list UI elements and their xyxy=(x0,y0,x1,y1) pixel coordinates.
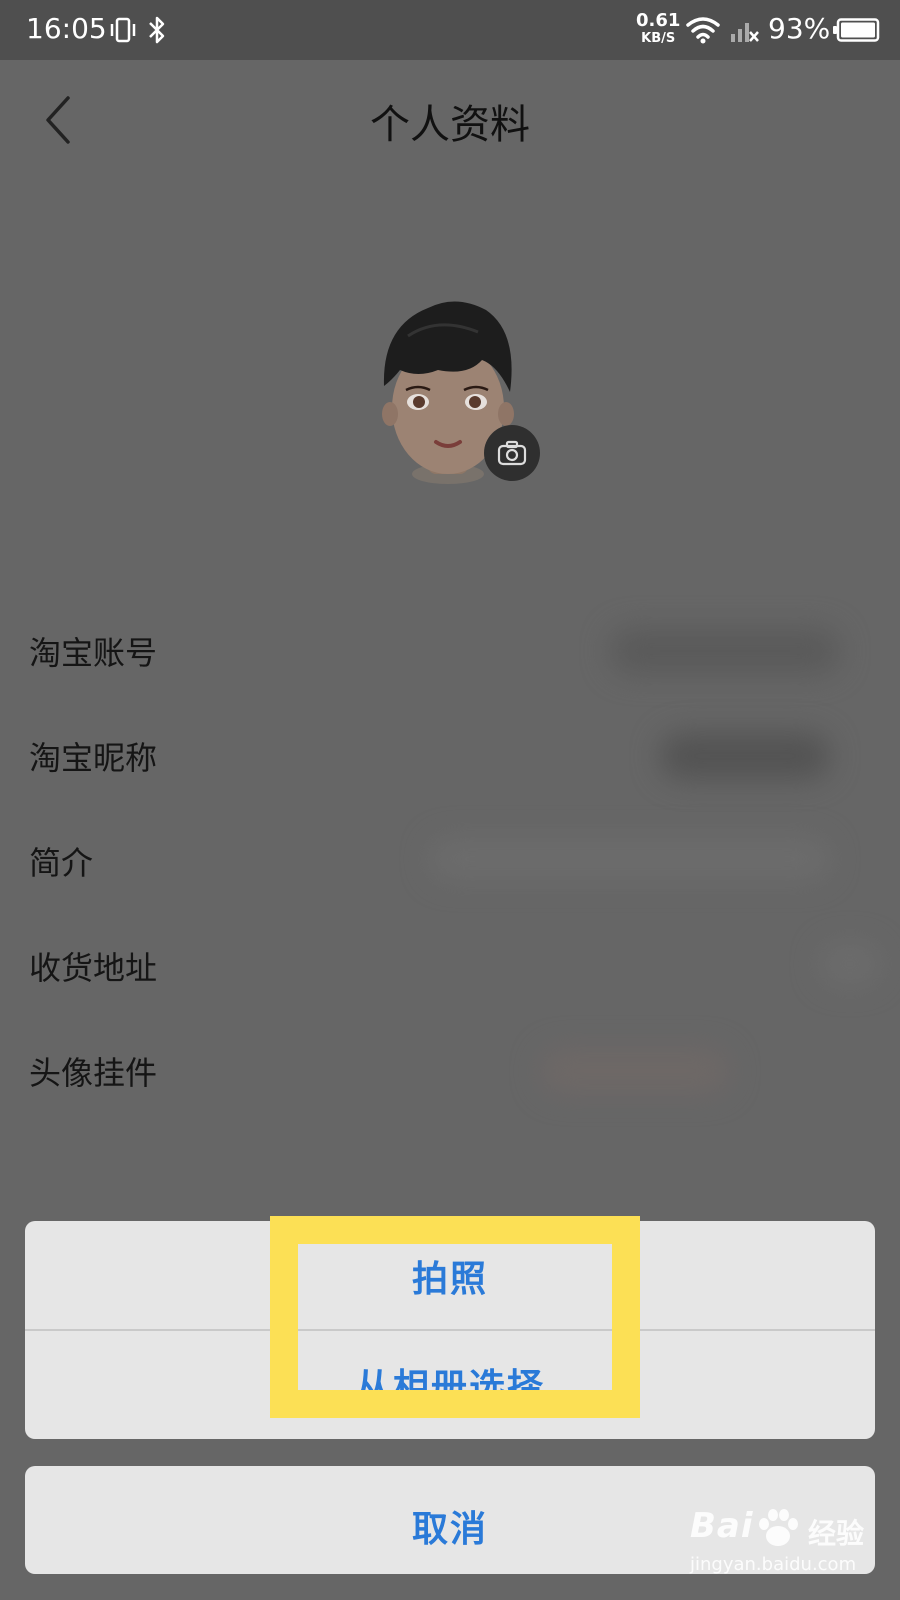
row-avatar-pendant[interactable]: 头像挂件 xyxy=(29,1048,157,1094)
status-time: 16:05 xyxy=(26,12,107,45)
camera-icon xyxy=(497,440,527,466)
blurred-value xyxy=(610,628,840,674)
network-speed: 0.61 KB/S xyxy=(636,10,681,46)
watermark-brand-suffix: 经验 xyxy=(808,1517,865,1550)
row-taobao-nickname[interactable]: 淘宝昵称 xyxy=(29,733,157,779)
wifi-icon xyxy=(686,17,720,44)
blurred-value xyxy=(820,943,880,985)
baidu-watermark: Bai 经验 jingyan.baidu.com xyxy=(690,1506,890,1586)
cell-signal-icon xyxy=(731,23,759,42)
battery-icon xyxy=(833,18,880,42)
change-avatar-button[interactable] xyxy=(484,425,540,481)
battery-percent: 93% xyxy=(768,12,831,45)
blurred-value xyxy=(660,733,830,779)
blurred-value xyxy=(430,838,830,880)
row-shipping-address[interactable]: 收货地址 xyxy=(29,943,157,989)
paw-icon xyxy=(759,1509,798,1546)
network-speed-unit: KB/S xyxy=(641,31,676,46)
highlight-box xyxy=(270,1216,640,1418)
page-title: 个人资料 xyxy=(370,102,530,148)
bluetooth-icon xyxy=(149,16,165,44)
watermark-url: jingyan.baidu.com xyxy=(690,1554,857,1575)
watermark-brand: Bai xyxy=(690,1506,754,1546)
blurred-value xyxy=(540,1048,730,1094)
row-bio[interactable]: 简介 xyxy=(29,838,93,884)
network-speed-value: 0.61 xyxy=(636,10,681,31)
row-taobao-account[interactable]: 淘宝账号 xyxy=(29,628,157,674)
vibrate-icon xyxy=(110,17,136,43)
status-bar: 16:05 0.61 KB/S 93% xyxy=(0,0,900,60)
